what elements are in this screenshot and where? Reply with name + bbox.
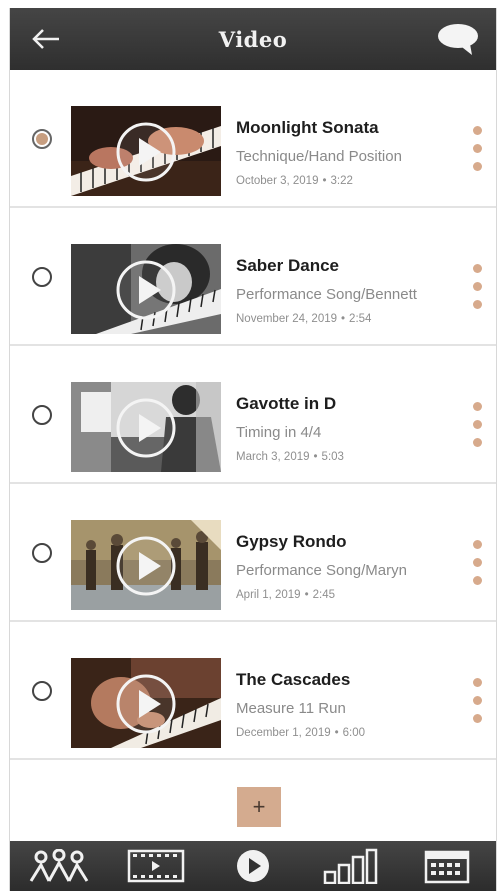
video-date: November 24, 2019 bbox=[236, 313, 338, 325]
bottom-tab-bar bbox=[10, 841, 496, 891]
play-circle-icon bbox=[236, 850, 269, 882]
chat-button[interactable] bbox=[436, 22, 480, 56]
separator-dot: • bbox=[334, 727, 339, 739]
more-options-button[interactable] bbox=[470, 126, 484, 178]
video-thumbnail[interactable] bbox=[71, 382, 221, 472]
video-date-line: October 3, 2019 • 3:22 bbox=[236, 175, 446, 187]
speech-bubble-icon bbox=[438, 24, 478, 55]
video-thumbnail[interactable] bbox=[71, 520, 221, 610]
play-icon bbox=[116, 122, 176, 182]
video-date: April 1, 2019 bbox=[236, 589, 301, 601]
app-frame: Video Moonlight Sonata Technique/Hand Po… bbox=[9, 8, 497, 891]
play-icon bbox=[116, 674, 176, 734]
video-duration: 3:22 bbox=[330, 175, 353, 187]
separator-dot: • bbox=[313, 451, 318, 463]
video-row[interactable]: Saber Dance Performance Song/Bennett Nov… bbox=[10, 208, 496, 346]
select-radio[interactable] bbox=[32, 681, 52, 701]
more-options-button[interactable] bbox=[470, 264, 484, 316]
video-list: Moonlight Sonata Technique/Hand Position… bbox=[10, 70, 496, 760]
select-radio[interactable] bbox=[32, 267, 52, 287]
arrow-left-icon bbox=[32, 29, 59, 49]
play-icon bbox=[116, 536, 176, 596]
video-date-line: November 24, 2019 • 2:54 bbox=[236, 313, 446, 325]
video-subtitle: Performance Song/Bennett bbox=[236, 286, 417, 303]
more-options-button[interactable] bbox=[470, 678, 484, 730]
video-date-line: December 1, 2019 • 6:00 bbox=[236, 727, 446, 739]
play-icon bbox=[116, 398, 176, 458]
video-title: Gavotte in D bbox=[236, 394, 337, 413]
video-subtitle: Technique/Hand Position bbox=[236, 148, 402, 165]
video-row[interactable]: Moonlight Sonata Technique/Hand Position… bbox=[10, 70, 496, 208]
video-thumbnail[interactable] bbox=[71, 244, 221, 334]
video-thumbnail[interactable] bbox=[71, 658, 221, 748]
separator-dot: • bbox=[341, 313, 346, 325]
video-meta: Gypsy Rondo Performance Song/Maryn April… bbox=[236, 532, 446, 601]
more-options-button[interactable] bbox=[470, 540, 484, 592]
add-video-button[interactable]: + bbox=[237, 787, 281, 827]
video-title: Moonlight Sonata bbox=[236, 118, 379, 137]
video-duration: 2:54 bbox=[349, 313, 372, 325]
select-radio[interactable] bbox=[32, 129, 52, 149]
tab-videos[interactable] bbox=[126, 843, 186, 889]
video-row[interactable]: The Cascades Measure 11 Run December 1, … bbox=[10, 622, 496, 760]
more-options-button[interactable] bbox=[470, 402, 484, 454]
video-date-line: April 1, 2019 • 2:45 bbox=[236, 589, 446, 601]
group-people-icon bbox=[29, 849, 88, 882]
tab-group[interactable] bbox=[29, 843, 89, 889]
tab-progress[interactable] bbox=[320, 843, 380, 889]
video-subtitle: Measure 11 Run bbox=[236, 700, 346, 717]
video-subtitle: Performance Song/Maryn bbox=[236, 562, 407, 579]
select-radio[interactable] bbox=[32, 405, 52, 425]
video-date: December 1, 2019 bbox=[236, 727, 331, 739]
tab-play[interactable] bbox=[223, 843, 283, 889]
video-thumbnail[interactable] bbox=[71, 106, 221, 196]
video-date: October 3, 2019 bbox=[236, 175, 319, 187]
back-button[interactable] bbox=[28, 24, 64, 54]
play-icon bbox=[116, 260, 176, 320]
video-meta: Gavotte in D Timing in 4/4 March 3, 2019… bbox=[236, 394, 446, 463]
page-title: Video bbox=[218, 26, 288, 52]
video-row[interactable]: Gavotte in D Timing in 4/4 March 3, 2019… bbox=[10, 346, 496, 484]
video-row[interactable]: Gypsy Rondo Performance Song/Maryn April… bbox=[10, 484, 496, 622]
video-date: March 3, 2019 bbox=[236, 451, 310, 463]
film-strip-icon bbox=[127, 849, 185, 883]
video-title: Saber Dance bbox=[236, 256, 339, 275]
bar-chart-icon bbox=[323, 848, 378, 884]
video-duration: 5:03 bbox=[321, 451, 344, 463]
video-meta: Moonlight Sonata Technique/Hand Position… bbox=[236, 118, 446, 187]
select-radio[interactable] bbox=[32, 543, 52, 563]
video-duration: 6:00 bbox=[342, 727, 366, 739]
video-subtitle: Timing in 4/4 bbox=[236, 424, 322, 441]
video-date-line: March 3, 2019 • 5:03 bbox=[236, 451, 446, 463]
calendar-icon bbox=[425, 850, 470, 884]
separator-dot: • bbox=[304, 589, 309, 601]
separator-dot: • bbox=[322, 175, 327, 187]
tab-calendar[interactable] bbox=[417, 843, 477, 889]
video-meta: The Cascades Measure 11 Run December 1, … bbox=[236, 670, 446, 739]
video-title: The Cascades bbox=[236, 670, 351, 689]
video-duration: 2:45 bbox=[312, 589, 335, 601]
app-header: Video bbox=[10, 8, 496, 70]
video-title: Gypsy Rondo bbox=[236, 532, 347, 551]
video-meta: Saber Dance Performance Song/Bennett Nov… bbox=[236, 256, 446, 325]
